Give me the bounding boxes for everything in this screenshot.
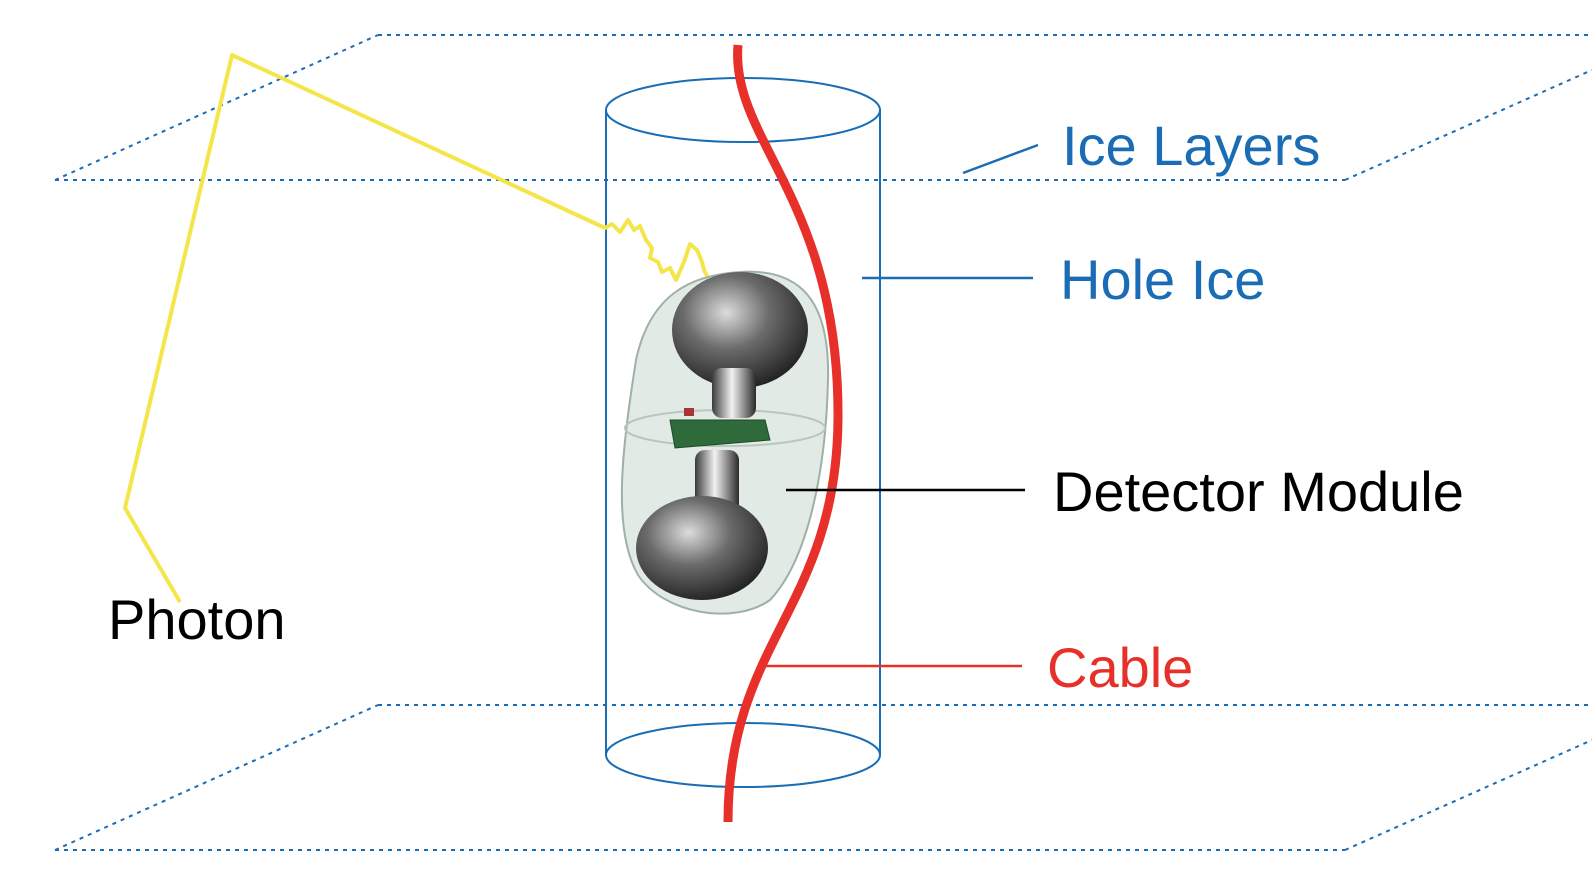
board-chip bbox=[684, 408, 694, 416]
ice-layer-lower bbox=[54, 704, 1592, 851]
hole-ice-label: Hole Ice bbox=[1060, 248, 1265, 311]
photon-label: Photon bbox=[108, 588, 286, 651]
cable-label: Cable bbox=[1047, 636, 1193, 699]
ice-hole-detector-diagram: Ice Layers Hole Ice Detector Module Cabl… bbox=[54, 34, 1592, 851]
ice-layer-upper bbox=[54, 34, 1592, 181]
ice-layers-leader bbox=[962, 143, 1039, 175]
detector-module-label: Detector Module bbox=[1053, 460, 1464, 523]
pmt-neck-upper bbox=[712, 368, 756, 418]
ice-layers-label: Ice Layers bbox=[1062, 114, 1320, 177]
photon-path bbox=[123, 53, 710, 604]
detector-module bbox=[620, 270, 830, 615]
pmt-bulb-lower bbox=[636, 496, 768, 600]
